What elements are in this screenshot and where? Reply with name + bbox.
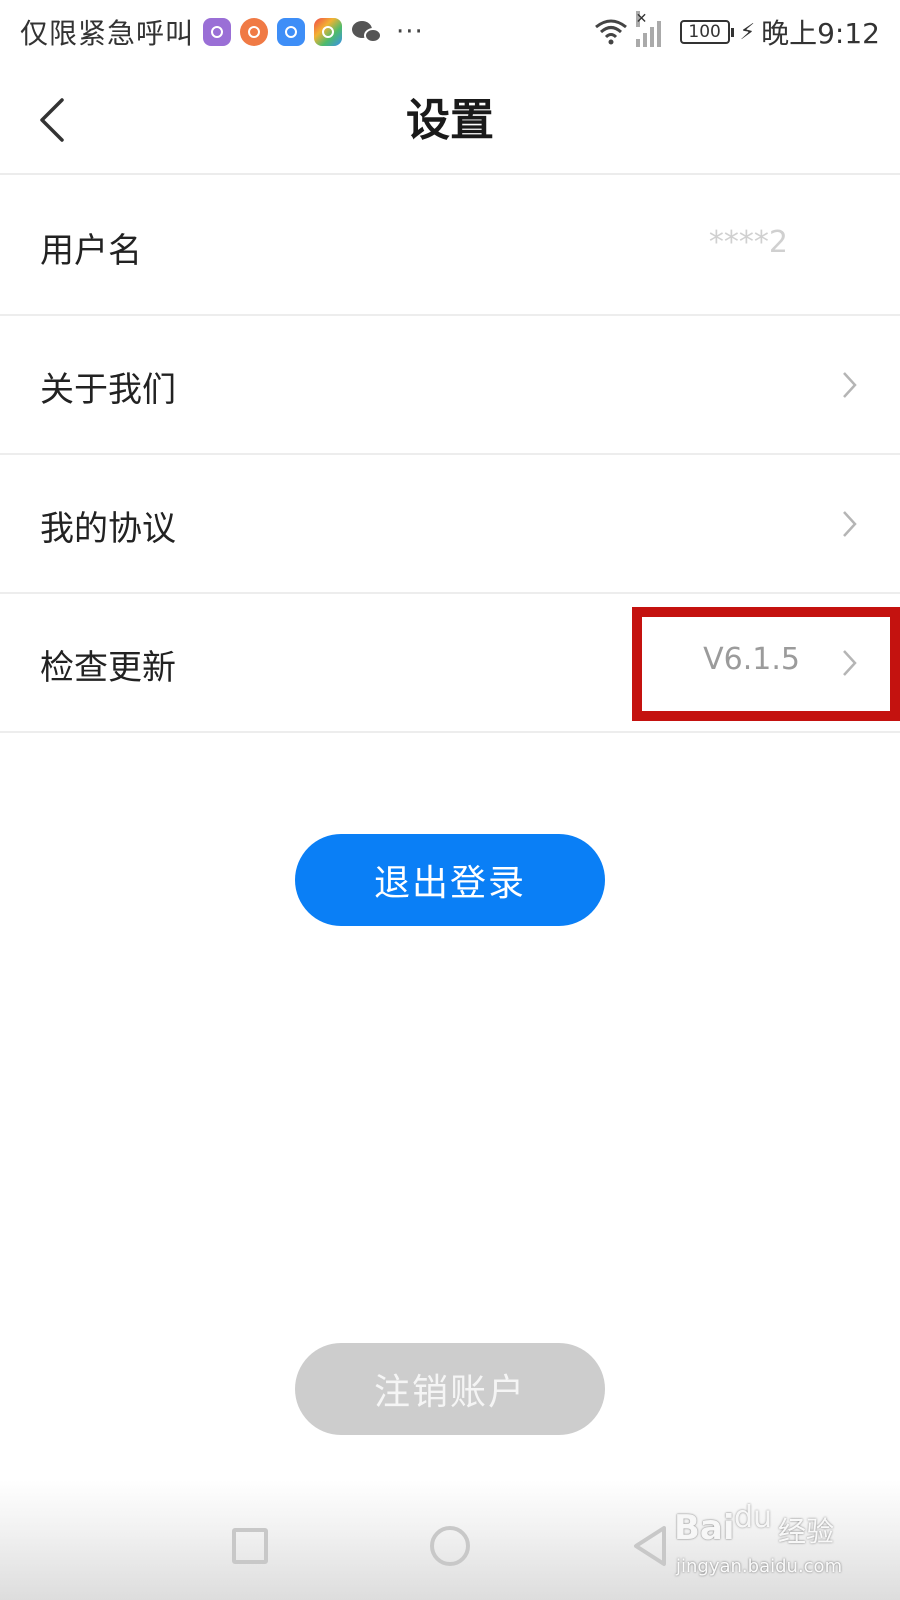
watermark-text: 经验 [778, 1515, 835, 1548]
watermark-paw: du [734, 1500, 773, 1535]
logout-button[interactable]: 退出登录 [295, 834, 605, 926]
settings-row-my-agreement[interactable]: 我的协议 [0, 455, 900, 594]
chevron-right-icon [843, 511, 857, 537]
battery-icon: 100 [679, 20, 734, 44]
status-right: ✕ 100 ⚡ 晚上9:12 [594, 11, 880, 52]
settings-row-username: 用户名 ****2 [0, 177, 900, 316]
row-label: 我的协议 [40, 509, 176, 549]
page-title: 设置 [406, 95, 494, 146]
watermark-url: jingyan.baidu.com [676, 1556, 843, 1577]
charging-icon: ⚡ [739, 19, 756, 45]
row-label: 关于我们 [40, 370, 176, 410]
signal-icon: ✕ [635, 11, 666, 47]
watermark-logo: Bai [674, 1508, 735, 1548]
app-notification-icon [203, 18, 232, 46]
clock: 晚上9:12 [761, 17, 880, 50]
app-notification-icon [314, 18, 343, 46]
settings-row-about-us[interactable]: 关于我们 [0, 316, 900, 455]
recent-apps-icon[interactable] [232, 1528, 268, 1564]
status-left: 仅限紧急呼叫 ··· [20, 12, 424, 52]
highlight-annotation-box [632, 607, 900, 721]
username-value: ****2 [708, 225, 788, 260]
row-label: 检查更新 [40, 648, 176, 688]
chevron-right-icon [843, 372, 857, 398]
baidu-jingyan-watermark: Bai du 经验 jingyan.baidu.com [674, 1500, 854, 1590]
home-icon[interactable] [430, 1526, 470, 1566]
nav-back-icon[interactable] [628, 1524, 672, 1568]
status-bar: 仅限紧急呼叫 ··· ✕ 100 ⚡ 晚上9:12 [0, 0, 900, 62]
wifi-icon [594, 19, 627, 45]
cancel-account-button[interactable]: 注销账户 [295, 1343, 605, 1435]
lightbulb-notification-icon [277, 18, 306, 46]
carrier-text: 仅限紧急呼叫 [20, 17, 195, 50]
header: 设置 [0, 62, 900, 175]
wechat-icon [352, 18, 384, 46]
row-label: 用户名 [40, 231, 142, 271]
more-notifications-icon: ··· [396, 17, 424, 47]
app-notification-icon [240, 18, 269, 46]
